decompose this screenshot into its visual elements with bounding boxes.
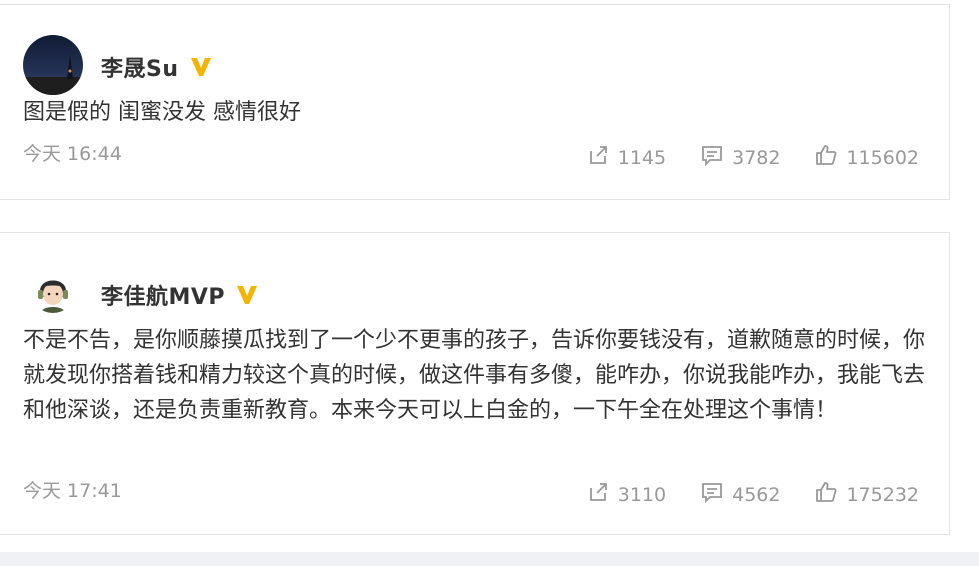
user-row: 李佳航MVP xyxy=(101,279,259,311)
repost-button[interactable]: 3110 xyxy=(586,480,666,509)
action-bar: 1145 3782 115602 xyxy=(552,143,919,172)
comment-icon xyxy=(700,480,724,509)
comment-text: 不是不告，是你顺藤摸瓜找到了一个少不更事的孩子，告诉你要钱没有，道歉随意的时候，… xyxy=(23,328,926,423)
comment-card: 李晟Su 图是假的 闺蜜没发 感情很好 今天 16:44 1145 3782 1… xyxy=(0,4,950,200)
repost-button[interactable]: 1145 xyxy=(586,143,666,172)
action-bar: 3110 4562 175232 xyxy=(552,480,919,509)
like-count: 175232 xyxy=(846,483,919,506)
comment-icon xyxy=(700,143,724,172)
timestamp: 今天 17:41 xyxy=(23,480,122,502)
avatar[interactable] xyxy=(23,35,83,95)
comment-count: 3782 xyxy=(732,146,781,169)
page-footer-bar xyxy=(0,552,979,566)
user-row: 李晟Su xyxy=(101,51,213,83)
verified-icon xyxy=(235,284,259,306)
username[interactable]: 李佳航MVP xyxy=(101,279,225,311)
repost-icon xyxy=(586,143,610,172)
repost-count: 3110 xyxy=(617,483,667,506)
like-button[interactable]: 115602 xyxy=(814,143,919,172)
timestamp: 今天 16:44 xyxy=(23,143,122,165)
comment-count: 4562 xyxy=(732,483,781,506)
repost-count: 1145 xyxy=(617,146,667,169)
comment-button[interactable]: 4562 xyxy=(700,480,780,509)
avatar[interactable] xyxy=(31,269,75,313)
like-button[interactable]: 175232 xyxy=(814,480,919,509)
username[interactable]: 李晟Su xyxy=(101,51,179,83)
comment-button[interactable]: 3782 xyxy=(700,143,780,172)
comment-text: 图是假的 闺蜜没发 感情很好 xyxy=(23,100,301,125)
verified-icon xyxy=(189,56,213,78)
thumbs-up-icon xyxy=(814,480,838,509)
thumbs-up-icon xyxy=(814,143,838,172)
comment-card: 李佳航MVP 不是不告，是你顺藤摸瓜找到了一个少不更事的孩子，告诉你要钱没有，道… xyxy=(0,232,950,535)
like-count: 115602 xyxy=(846,146,919,169)
repost-icon xyxy=(586,480,610,509)
